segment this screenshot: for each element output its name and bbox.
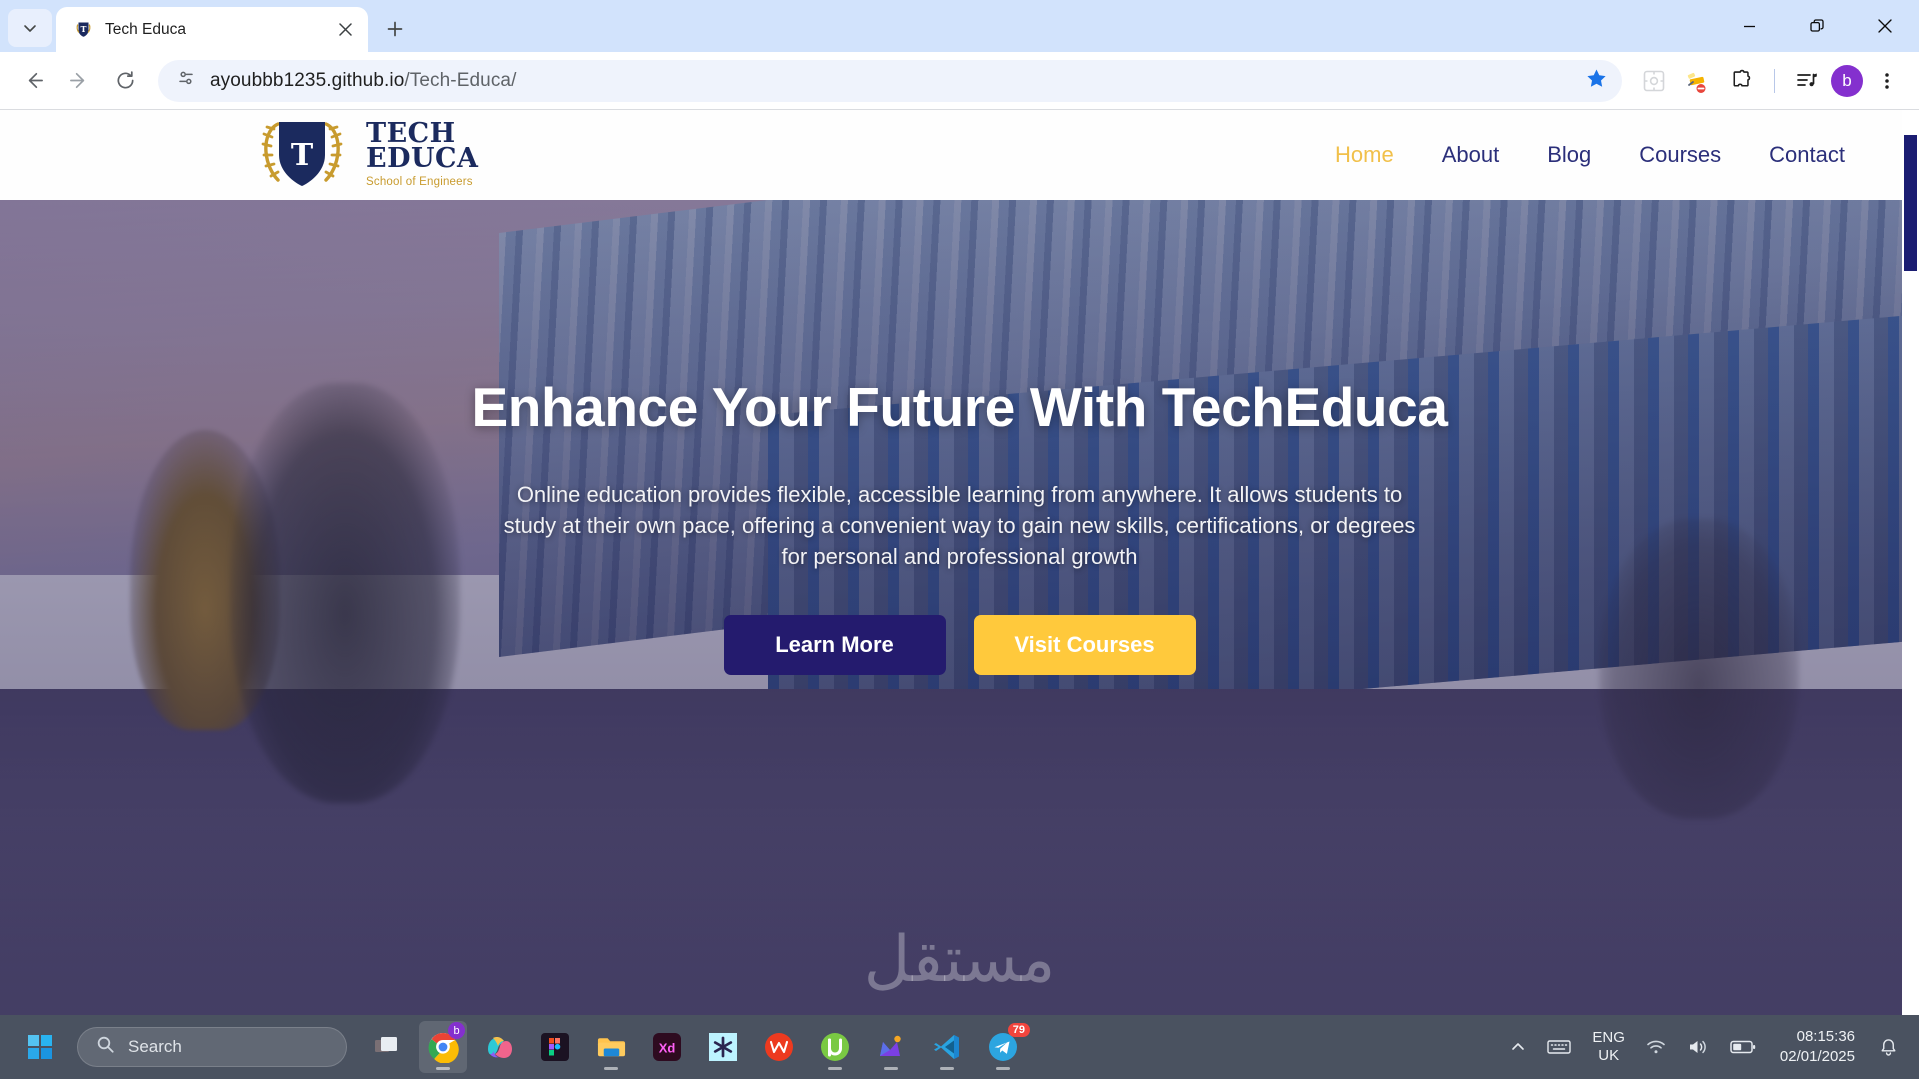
reload-button[interactable] — [104, 60, 146, 102]
site-logo-text: TECH EDUCA School of Engineers — [366, 120, 479, 189]
clock-time: 08:15:36 — [1796, 1027, 1855, 1045]
window-minimize-button[interactable] — [1715, 0, 1783, 52]
tab-close-button[interactable] — [332, 17, 358, 43]
windows-taskbar: Search b Xd 79 ENG UK 08:15:36 02/01/202… — [0, 1015, 1919, 1079]
new-tab-button[interactable] — [378, 12, 412, 46]
task-view-icon[interactable] — [363, 1021, 411, 1073]
restore-icon — [1810, 19, 1824, 32]
profile-avatar[interactable]: b — [1831, 64, 1863, 97]
windows-start-icon[interactable] — [20, 1027, 60, 1067]
site-logo[interactable]: T TECH EDUCA School of Engineers — [248, 118, 478, 192]
taskbar-search-input[interactable]: Search — [128, 1037, 182, 1057]
keyboard-icon[interactable] — [1538, 1023, 1580, 1071]
address-bar-text: ayoubbb1235.github.io/Tech-Educa/ — [210, 70, 1571, 92]
file-explorer-icon[interactable] — [587, 1021, 635, 1073]
nav-link-courses[interactable]: Courses — [1639, 142, 1721, 168]
page-viewport: T TECH EDUCA School of Engineers Home Ab… — [0, 110, 1919, 1015]
close-icon — [1878, 19, 1892, 33]
mostaql-watermark: مستقل — [863, 923, 1056, 997]
tech-educa-shield-icon: T — [248, 118, 356, 192]
chrome-browser-window: T Tech Educa ayoubbb1235.github.io/Tech-… — [0, 0, 1919, 1015]
utorrent-icon[interactable] — [811, 1021, 859, 1073]
star-filled-icon — [1587, 68, 1606, 87]
forward-arrow-icon — [69, 72, 84, 89]
figma-icon[interactable] — [531, 1021, 579, 1073]
plus-icon — [387, 21, 403, 37]
browser-toolbar: ayoubbb1235.github.io/Tech-Educa/ b — [0, 52, 1919, 110]
volume-icon[interactable] — [1678, 1023, 1718, 1071]
page-scrollbar-thumb[interactable] — [1904, 135, 1917, 271]
page-scrollbar[interactable] — [1902, 110, 1919, 1015]
hero-section: Enhance Your Future With TechEduca Onlin… — [0, 200, 1919, 1015]
adobe-xd-icon[interactable]: Xd — [643, 1021, 691, 1073]
system-tray: ENG UK 08:15:36 02/01/2025 — [1501, 1023, 1907, 1071]
extension-build-icon[interactable] — [1678, 61, 1718, 101]
nav-link-contact[interactable]: Contact — [1769, 142, 1845, 168]
qr-code-icon[interactable] — [1634, 61, 1674, 101]
chevron-up-icon — [1512, 1043, 1525, 1050]
clock-date: 02/01/2025 — [1779, 1048, 1855, 1065]
close-icon — [338, 23, 352, 36]
chrome-profile-badge: b — [448, 1022, 465, 1039]
hero-heading: Enhance Your Future With TechEduca — [471, 376, 1448, 438]
taskbar-clock[interactable]: 08:15:36 02/01/2025 — [1768, 1027, 1867, 1068]
visit-courses-button[interactable]: Visit Courses — [973, 614, 1196, 675]
learn-more-button[interactable]: Learn More — [723, 614, 946, 675]
nav-link-about[interactable]: About — [1442, 142, 1500, 168]
reload-icon — [117, 71, 134, 89]
hero-content: Enhance Your Future With TechEduca Onlin… — [0, 200, 1919, 675]
mega-app-icon[interactable] — [867, 1021, 915, 1073]
tray-overflow-button[interactable] — [1501, 1023, 1535, 1071]
nav-link-home[interactable]: Home — [1335, 142, 1394, 168]
tab-search-button[interactable] — [8, 9, 52, 47]
nav-link-blog[interactable]: Blog — [1547, 142, 1591, 168]
window-close-button[interactable] — [1851, 0, 1919, 52]
logo-tagline: School of Engineers — [366, 176, 473, 189]
url-host: ayoubbb1235.github.io — [210, 69, 405, 91]
wondershare-icon[interactable] — [755, 1021, 803, 1073]
media-playlist-icon[interactable] — [1787, 61, 1827, 101]
bookmark-star-button[interactable] — [1585, 67, 1608, 95]
window-restore-button[interactable] — [1783, 0, 1851, 52]
google-chrome-icon[interactable]: b — [419, 1021, 467, 1073]
battery-icon[interactable] — [1721, 1023, 1765, 1071]
microsoft-copilot-icon[interactable] — [475, 1021, 523, 1073]
svg-text:Xd: Xd — [659, 1041, 676, 1056]
taskbar-app-list: b Xd 79 — [363, 1021, 1030, 1073]
forward-button[interactable] — [58, 60, 100, 102]
minimize-icon — [1743, 25, 1755, 27]
hero-paragraph: Online education provides flexible, acce… — [503, 482, 1416, 570]
language-indicator[interactable]: ENG UK — [1583, 1023, 1634, 1071]
address-bar[interactable]: ayoubbb1235.github.io/Tech-Educa/ — [158, 59, 1622, 102]
language-line-1: ENG — [1592, 1029, 1625, 1047]
back-arrow-icon — [28, 72, 43, 89]
chevron-down-icon — [24, 25, 36, 32]
toolbar-divider — [1774, 68, 1775, 93]
window-controls — [1715, 0, 1919, 52]
puzzle-extensions-icon[interactable] — [1722, 61, 1762, 101]
three-dot-menu-icon[interactable] — [1867, 61, 1907, 101]
telegram-badge: 79 — [1007, 1023, 1030, 1037]
wifi-icon[interactable] — [1637, 1023, 1675, 1071]
url-path: /Tech-Educa/ — [404, 69, 517, 91]
logo-line-2: EDUCA — [366, 143, 479, 175]
site-navigation: Home About Blog Courses Contact — [1335, 142, 1845, 168]
site-header: T TECH EDUCA School of Engineers Home Ab… — [0, 110, 1919, 200]
site-settings-icon[interactable] — [176, 68, 196, 93]
back-button[interactable] — [12, 60, 54, 102]
visual-studio-code-icon[interactable] — [923, 1021, 971, 1073]
search-icon — [96, 1035, 115, 1059]
bell-icon[interactable] — [1870, 1023, 1907, 1071]
svg-text:T: T — [81, 24, 87, 34]
telegram-icon[interactable]: 79 — [979, 1021, 1030, 1073]
svg-text:T: T — [291, 138, 314, 173]
shield-favicon: T — [74, 20, 93, 39]
tab-title: Tech Educa — [105, 20, 186, 38]
asterisk-app-icon[interactable] — [699, 1021, 747, 1073]
tab-strip: T Tech Educa — [0, 0, 1919, 52]
language-line-2: UK — [1598, 1047, 1620, 1064]
taskbar-search-box[interactable]: Search — [77, 1027, 347, 1067]
hero-button-group: Learn More Visit Courses — [0, 614, 1919, 675]
browser-tab[interactable]: T Tech Educa — [56, 7, 368, 52]
